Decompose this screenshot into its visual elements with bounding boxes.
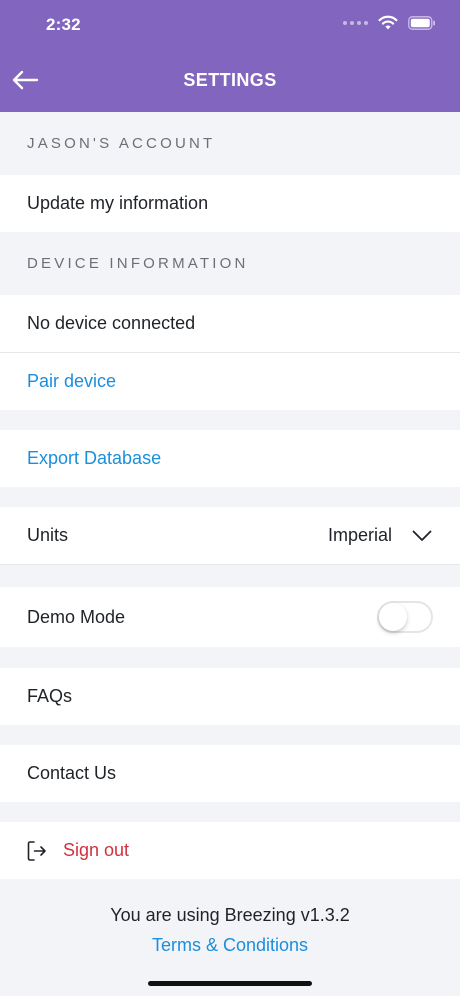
contact-us-label: Contact Us [27, 763, 117, 783]
pair-device-row[interactable]: Pair device [0, 353, 460, 410]
home-indicator [148, 981, 312, 986]
device-section-label: DEVICE INFORMATION [27, 255, 249, 272]
pair-device-label: Pair device [27, 371, 117, 391]
wifi-icon [378, 15, 398, 30]
units-value: Imperial [327, 525, 392, 545]
chevron-down-icon [412, 530, 432, 542]
units-select[interactable]: Imperial [328, 525, 460, 546]
version-text: You are using Breezing v1.3.2 [110, 905, 350, 925]
faqs-row[interactable]: FAQs [0, 668, 460, 725]
contact-us-row[interactable]: Contact Us [0, 745, 460, 802]
app-header: 2:32 SETTINGS [0, 0, 460, 112]
export-database-label: Export Database [27, 448, 162, 468]
faqs-label: FAQs [27, 686, 73, 706]
toggle-knob [379, 603, 407, 631]
battery-icon [408, 15, 435, 30]
units-row[interactable]: Units Imperial [0, 507, 460, 564]
demo-mode-toggle[interactable] [377, 601, 433, 633]
sign-out-label: Sign out [63, 840, 130, 860]
demo-mode-label: Demo Mode [27, 606, 126, 627]
demo-mode-row: Demo Mode [0, 587, 460, 647]
export-database-row[interactable]: Export Database [0, 430, 460, 487]
device-status-row: No device connected [0, 295, 460, 352]
device-status-label: No device connected [27, 313, 196, 333]
status-icons [343, 15, 436, 30]
update-information-row[interactable]: Update my information [0, 175, 460, 232]
page-title: SETTINGS [183, 70, 277, 90]
units-label: Units [27, 525, 69, 545]
sign-out-icon [27, 840, 47, 862]
signal-icon [343, 20, 368, 25]
sign-out-row[interactable]: Sign out [0, 822, 460, 879]
status-time: 2:32 [46, 15, 81, 34]
account-section-label: JASON'S ACCOUNT [27, 135, 216, 152]
update-information-label: Update my information [27, 193, 209, 213]
terms-link[interactable]: Terms & Conditions [0, 935, 460, 956]
units-divider [0, 564, 460, 565]
